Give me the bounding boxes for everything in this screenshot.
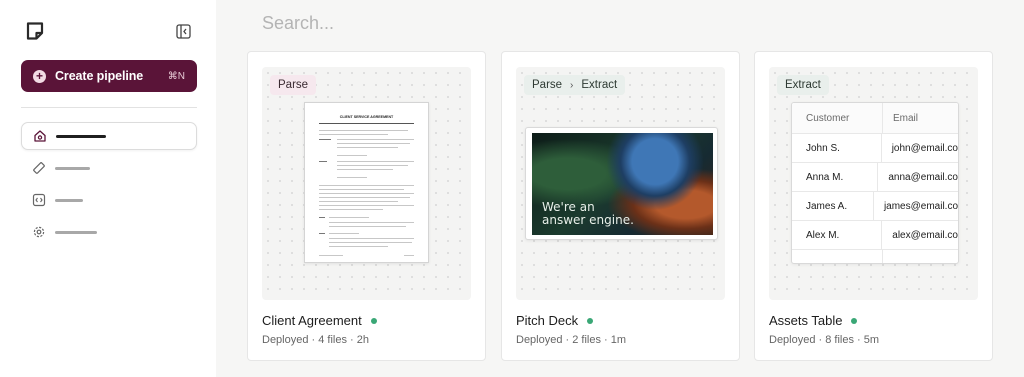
create-pipeline-shortcut: ⌘N [167, 70, 185, 82]
card-preview: Parse › Extract We're an answer engine. [516, 67, 725, 300]
table-header-row: Customer Email [792, 103, 958, 134]
ruler-icon [33, 162, 45, 174]
home-icon [34, 130, 46, 142]
sidebar-item-settings-label [55, 230, 97, 234]
table-cell [792, 250, 883, 263]
collapse-sidebar-icon[interactable] [176, 24, 191, 39]
search-input[interactable] [262, 10, 762, 36]
table-header-cell: Email [893, 112, 919, 124]
card-meta: Deployed · 8 files · 5m [769, 334, 880, 346]
document-thumbnail: CLIENT SERVICE AGREEMENT [304, 102, 429, 263]
pipeline-card-client-agreement[interactable]: Parse CLIENT SERVICE AGREEMENT Client Ag… [247, 51, 486, 361]
card-title-text: Client Agreement [262, 313, 362, 328]
table-cell: James A. [792, 192, 874, 220]
card-preview: Parse CLIENT SERVICE AGREEMENT [262, 67, 471, 300]
card-preview: Extract Customer Email John S. john@emai… [769, 67, 978, 300]
status-dot [587, 317, 594, 324]
slide-thumbnail: We're an answer engine. [525, 127, 718, 240]
pipeline-steps: Extract [777, 75, 829, 95]
table-cell: Anna M. [792, 163, 879, 191]
table-cell: james@email.co [883, 200, 958, 212]
sidebar-item-measure[interactable] [21, 154, 197, 182]
table-thumbnail: Customer Email John S. john@email.co Ann… [791, 102, 959, 264]
card-meta: Deployed · 2 files · 1m [516, 334, 627, 346]
table-row-empty [792, 250, 958, 263]
status-dot [851, 317, 858, 324]
pipeline-steps: Parse › Extract [524, 75, 626, 95]
card-meta: Deployed · 4 files · 2h [262, 334, 369, 346]
pipeline-card-pitch-deck[interactable]: Parse › Extract We're an answer engine. … [501, 51, 740, 361]
table-cell: John S. [792, 134, 882, 162]
step-tag: Parse [532, 79, 563, 91]
gear-icon [33, 226, 45, 238]
app-logo-icon[interactable] [26, 22, 44, 40]
table-cell: alex@email.co [892, 229, 958, 241]
sidebar-item-code[interactable] [21, 186, 197, 214]
sidebar: + Create pipeline ⌘N [0, 0, 216, 377]
table-row: Anna M. anna@email.co [792, 163, 958, 192]
create-pipeline-label: Create pipeline [55, 69, 144, 83]
plus-icon: + [33, 69, 46, 83]
table-row: John S. john@email.co [792, 134, 958, 163]
table-cell [883, 250, 893, 263]
status-dot [370, 317, 377, 324]
pipeline-card-assets-table[interactable]: Extract Customer Email John S. john@emai… [754, 51, 993, 361]
card-title-text: Assets Table [769, 313, 843, 328]
sidebar-divider [21, 107, 197, 108]
create-pipeline-button[interactable]: + Create pipeline ⌘N [21, 60, 197, 92]
sidebar-item-measure-label [55, 166, 90, 170]
table-cell: john@email.co [891, 142, 958, 154]
card-title: Pitch Deck [516, 313, 594, 328]
slide-text: We're an answer engine. [542, 201, 634, 227]
table-row: James A. james@email.co [792, 192, 958, 221]
table-cell: Alex M. [792, 221, 883, 249]
document-title: CLIENT SERVICE AGREEMENT [339, 115, 394, 119]
pipeline-steps: Parse [270, 75, 317, 95]
table-row: Alex M. alex@email.co [792, 221, 958, 250]
chevron-right-icon: › [570, 79, 574, 91]
card-title: Assets Table [769, 313, 858, 328]
sidebar-item-home-label [56, 134, 106, 138]
step-tag: Extract [581, 79, 618, 91]
card-title-text: Pitch Deck [516, 313, 579, 328]
step-tag: Extract [785, 79, 821, 91]
code-icon [32, 193, 46, 207]
table-cell: anna@email.co [888, 171, 958, 183]
step-tag: Parse [278, 79, 309, 91]
slide-image: We're an answer engine. [532, 133, 713, 235]
slide-text-line: answer engine. [542, 213, 634, 227]
table-header-cell: Customer [792, 103, 883, 133]
card-title: Client Agreement [262, 313, 377, 328]
sidebar-item-home[interactable] [21, 122, 197, 150]
sidebar-item-code-label [55, 198, 83, 202]
sidebar-item-settings[interactable] [21, 218, 197, 246]
